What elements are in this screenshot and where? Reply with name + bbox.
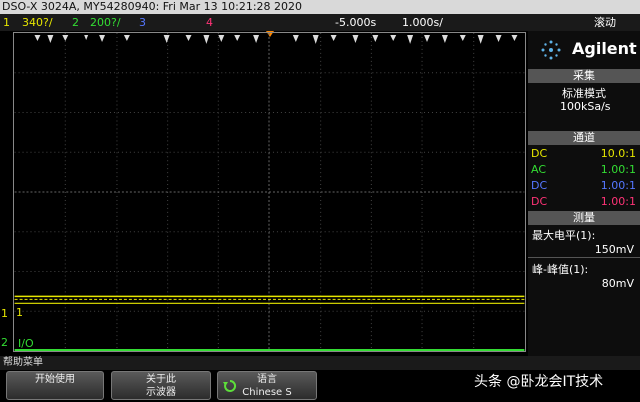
ch4-probe-ratio: 1.00:1 xyxy=(600,195,636,208)
ch1-scale[interactable]: 340?/ xyxy=(22,14,53,31)
measure-1-label: 最大电平(1): xyxy=(532,229,596,242)
ch2-probe-ratio: 1.00:1 xyxy=(600,163,636,176)
ch4-coupling: DC xyxy=(531,195,548,208)
ch1-number[interactable]: 1 xyxy=(3,14,10,31)
ch2-marker-label: 2 xyxy=(1,336,8,349)
getting-started-label: 开始使用 xyxy=(35,374,75,385)
measure-2-value: 80mV xyxy=(601,277,634,290)
title-bar: DSO-X 3024A, MY54280940: Fri Mar 13 10:2… xyxy=(0,0,640,14)
measure-header[interactable]: 测量 xyxy=(528,211,640,225)
ch3-probe-ratio: 1.00:1 xyxy=(600,179,636,192)
acquire-header[interactable]: 采集 xyxy=(528,69,640,83)
getting-started-button[interactable]: 开始使用 xyxy=(6,371,104,400)
ch1-trace xyxy=(14,295,525,304)
about-line1: 关于此 xyxy=(146,374,176,385)
measure-2-label: 峰-峰值(1): xyxy=(532,263,589,276)
about-line2: 示波器 xyxy=(146,387,176,398)
io-label: I/O xyxy=(18,337,34,350)
info-panel: Agilent 采集 标准模式 100kSa/s 通道 DC 10.0:1 AC… xyxy=(528,31,640,356)
ch1-marker-label: 1 xyxy=(1,307,8,320)
ch3-coupling: DC xyxy=(531,179,548,192)
about-oscilloscope-button[interactable]: 关于此 示波器 xyxy=(111,371,211,400)
rotate-knob-icon xyxy=(223,379,237,392)
channel-bar: 1 340?/ 2 200?/ 3 4 -5.000s 1.000s/ 滚动 xyxy=(0,14,640,31)
agilent-logo: Agilent xyxy=(538,37,638,61)
measure-divider xyxy=(528,257,640,258)
language-button[interactable]: 语言 Chinese S xyxy=(217,371,317,400)
agilent-spark-icon xyxy=(541,40,561,60)
watermark: 头条 @卧龙会IT技术 xyxy=(474,374,604,390)
ch2-ground-marker[interactable]: 2 xyxy=(1,337,8,349)
top-activity-marks xyxy=(34,34,518,44)
ch2-coupling: AC xyxy=(531,163,547,176)
ch2-scale[interactable]: 200?/ xyxy=(90,14,121,31)
measure-1-value: 150mV xyxy=(594,243,634,256)
ch1-trace-label: 1 xyxy=(16,306,23,319)
ch1-coupling: DC xyxy=(531,147,548,160)
help-menu-label: 帮助菜单 xyxy=(3,357,43,368)
sample-rate: 100kSa/s xyxy=(560,100,611,113)
ch3-number[interactable]: 3 xyxy=(139,14,146,31)
help-menu-bar: 帮助菜单 xyxy=(0,356,640,370)
channels-header[interactable]: 通道 xyxy=(528,131,640,145)
ch1-ground-marker[interactable]: 1 xyxy=(1,308,8,320)
timebase-position[interactable]: -5.000s xyxy=(335,14,376,31)
waveform-display[interactable] xyxy=(13,32,526,352)
timebase-scale[interactable]: 1.000s/ xyxy=(402,14,443,31)
ch4-number[interactable]: 4 xyxy=(206,14,213,31)
run-state: 滚动 xyxy=(594,16,616,29)
brand-name: Agilent xyxy=(572,39,637,58)
ch1-probe-ratio: 10.0:1 xyxy=(600,147,636,160)
device-info: DSO-X 3024A, MY54280940: Fri Mar 13 10:2… xyxy=(2,0,303,13)
acquire-mode: 标准模式 xyxy=(562,87,606,100)
ch2-number[interactable]: 2 xyxy=(72,14,79,31)
